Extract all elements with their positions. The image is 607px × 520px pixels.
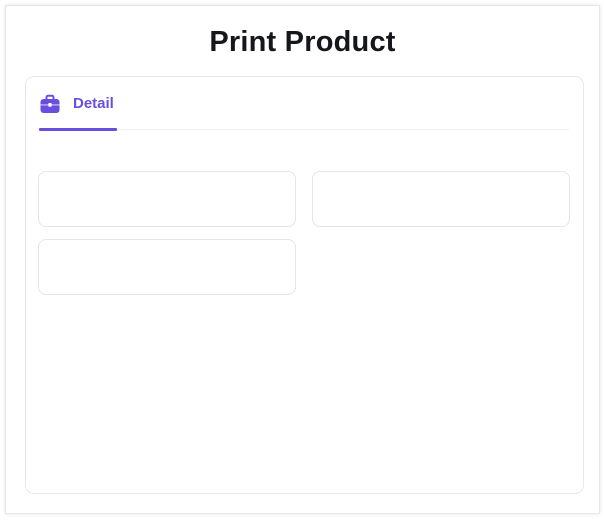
detail-field-2[interactable] xyxy=(312,171,570,227)
modal-title: Print Product xyxy=(209,26,396,58)
detail-field-3[interactable] xyxy=(38,239,296,295)
tab-detail[interactable]: Detail xyxy=(39,77,117,131)
print-product-modal: Print Product Detail xyxy=(5,5,600,514)
tab-detail-label: Detail xyxy=(73,95,114,112)
detail-field-2-input[interactable] xyxy=(313,172,569,226)
detail-card: Detail xyxy=(25,76,584,494)
detail-field-1-input[interactable] xyxy=(39,172,295,226)
briefcase-icon xyxy=(39,93,61,115)
tab-bar: Detail xyxy=(39,77,569,131)
detail-field-1[interactable] xyxy=(38,171,296,227)
detail-field-3-input[interactable] xyxy=(39,240,295,294)
